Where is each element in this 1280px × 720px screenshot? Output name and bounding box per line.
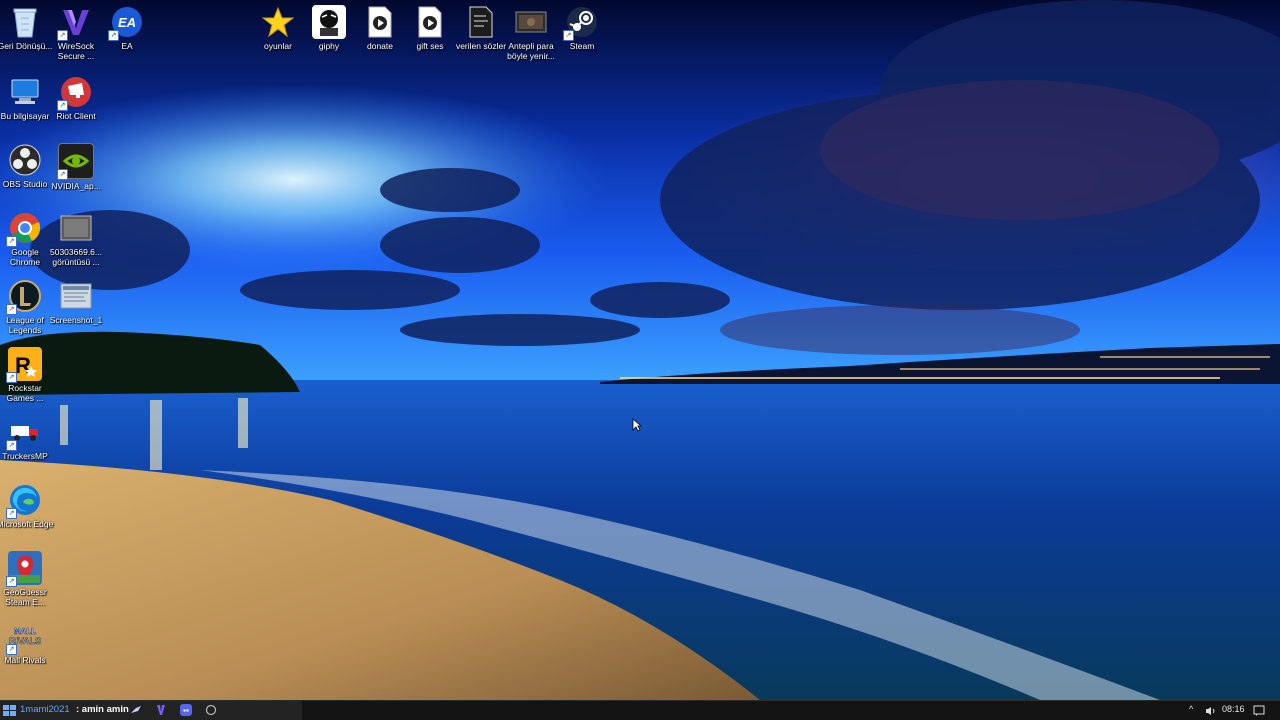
desktop-icon-rockstar[interactable]: R ↗ Rockstar Games ... <box>0 344 54 403</box>
rockstar-icon: R ↗ <box>6 347 42 383</box>
desktop-icon-league-of-legends[interactable]: ↗ League of Legends <box>0 276 54 335</box>
chrome-icon: ↗ <box>6 211 42 247</box>
ea-icon: EA ↗ <box>108 5 144 41</box>
desktop-icon-label: League of Legends <box>6 315 44 335</box>
video-thumbnail-icon <box>514 5 548 39</box>
desktop-icon-label: Riot Client <box>56 111 96 121</box>
desktop-icon-label: Microsoft Edge <box>0 519 54 529</box>
notification-icon[interactable] <box>1253 705 1265 716</box>
image-file-icon <box>59 279 93 313</box>
obs-icon <box>8 143 42 177</box>
desktop-wallpaper <box>0 0 1280 700</box>
desktop-icon-riot-client[interactable]: ↗ Riot Client <box>47 72 105 121</box>
clock-time[interactable]: 08:16 <box>1222 704 1245 714</box>
steam-icon[interactable] <box>130 704 142 716</box>
recycle-bin-icon <box>8 5 42 39</box>
wiresock-icon: ↗ <box>57 5 93 41</box>
desktop-icon-giphy[interactable]: giphy <box>300 2 358 51</box>
desktop-icon-label: NVIDIA_ap... <box>51 181 101 191</box>
mouse-cursor-icon <box>632 418 642 432</box>
desktop-icon-label: Google Chrome <box>9 247 41 267</box>
nvidia-icon: ↗ <box>57 143 94 180</box>
chevron-up-icon[interactable]: ^ <box>1189 704 1193 714</box>
desktop-icon-oyunlar[interactable]: oyunlar <box>249 2 307 51</box>
desktop-icon-bu-bilgisayar[interactable]: Bu bilgisayar <box>0 72 54 121</box>
giphy-icon <box>312 5 346 39</box>
vpn-icon[interactable] <box>155 704 167 716</box>
steam-icon: ↗ <box>563 5 599 41</box>
riot-icon: ↗ <box>57 75 93 111</box>
desktop-icon-label: gift ses <box>416 41 444 51</box>
discord-icon[interactable] <box>180 704 192 716</box>
desktop-icon-wiresock[interactable]: ↗ WireSock Secure ... <box>47 2 105 61</box>
document-icon <box>464 5 498 39</box>
desktop-icon-screenshot-1[interactable]: Screenshot_1 <box>47 276 105 325</box>
desktop-icon-label: OBS Studio <box>2 179 48 189</box>
desktop-icon-label: Screenshot_1 <box>49 315 103 325</box>
desktop-icon-geoguessr[interactable]: ↗ GeoGuessr Steam E... <box>0 548 54 607</box>
desktop-icon-label: EA <box>121 41 133 51</box>
desktop-icon-geri-donusum[interactable]: Geri Dönüşü... <box>0 2 54 51</box>
volume-icon[interactable] <box>1205 706 1216 716</box>
desktop-icon-label: GeoGuessr Steam E... <box>3 587 47 607</box>
desktop-icon-label: Steam <box>569 41 595 51</box>
desktop-icon-obs-studio[interactable]: OBS Studio <box>0 140 54 189</box>
star-icon <box>261 5 295 39</box>
desktop-icon-gift-ses[interactable]: gift ses <box>401 2 459 51</box>
desktop-icon-label: giphy <box>318 41 340 51</box>
desktop-icon-label: oyunlar <box>264 41 292 51</box>
truckersmp-icon: ↗ <box>6 415 42 451</box>
svg-text:MALL: MALL <box>14 627 36 636</box>
desktop-icon-label: TruckersMP <box>2 451 48 461</box>
desktop-icon-google-chrome[interactable]: ↗ Google Chrome <box>0 208 54 267</box>
video-file-icon <box>413 5 447 39</box>
edge-icon: ↗ <box>6 483 42 519</box>
desktop-icon-label: Geri Dönüşü... <box>0 41 53 51</box>
desktop-icon-nvidia[interactable]: ↗ NVIDIA_ap... <box>47 140 105 191</box>
desktop-icon-label: Rockstar Games ... <box>6 383 44 403</box>
computer-icon <box>8 75 42 109</box>
taskbar-user-text: : amin amin <box>76 704 129 715</box>
circle-icon[interactable] <box>205 704 217 716</box>
desktop-icon-mall-rivals[interactable]: MALL RIVALS ↗ Mall Rivals <box>0 616 54 665</box>
image-file-icon <box>59 211 93 245</box>
desktop-icon-label: WireSock Secure ... <box>57 41 95 61</box>
desktop-icon-antepli[interactable]: Antepli para böyle yenir... <box>502 2 560 61</box>
desktop-icon-steam[interactable]: ↗ Steam <box>553 2 611 51</box>
taskbar-streamer-name: 1mami2021 <box>20 704 70 715</box>
video-file-icon <box>363 5 397 39</box>
desktop-icon-microsoft-edge[interactable]: ↗ Microsoft Edge <box>0 480 54 529</box>
desktop-icon-truckersmp[interactable]: ↗ TruckersMP <box>0 412 54 461</box>
mall-rivals-icon: MALL RIVALS ↗ <box>6 619 42 655</box>
league-icon: ↗ <box>6 279 42 315</box>
geoguessr-icon: ↗ <box>6 551 42 587</box>
desktop-icon-screenshot-file[interactable]: 50303669.6... görüntüsü ... <box>47 208 105 267</box>
svg-text:EA: EA <box>118 15 136 30</box>
taskbar: 1mami2021 : amin amin ^ 08:16 <box>0 700 1280 720</box>
desktop-icon-ea[interactable]: EA ↗ EA <box>98 2 156 51</box>
desktop-icon-label: Antepli para böyle yenir... <box>507 41 555 61</box>
desktop-icon-label: Bu bilgisayar <box>0 111 50 121</box>
windows-start-icon[interactable] <box>3 705 17 717</box>
desktop-icon-label: Mall Rivals <box>4 655 46 665</box>
desktop-icon-label: 50303669.6... görüntüsü ... <box>50 247 102 267</box>
